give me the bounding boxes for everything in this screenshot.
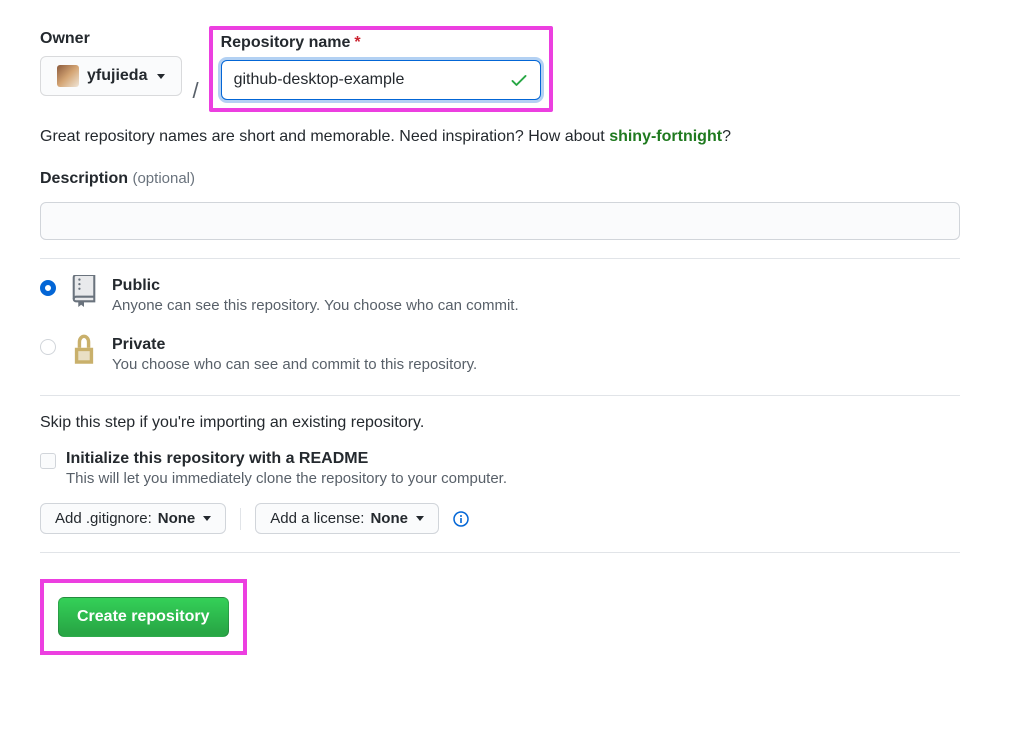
- create-repository-button[interactable]: Create repository: [58, 597, 229, 637]
- required-asterisk: *: [354, 34, 360, 51]
- lock-icon: [70, 334, 98, 366]
- radio-private[interactable]: [40, 339, 56, 355]
- owner-group: Owner yfujieda: [40, 30, 182, 96]
- repo-name-input[interactable]: [221, 60, 541, 100]
- avatar: [57, 65, 79, 87]
- repo-name-label: Repository name*: [221, 34, 541, 52]
- check-icon: [509, 70, 529, 90]
- readme-checkbox[interactable]: [40, 453, 56, 469]
- divider: [40, 552, 960, 553]
- repo-icon: [70, 275, 98, 307]
- description-input[interactable]: [40, 202, 960, 240]
- suggestion-link[interactable]: shiny-fortnight: [609, 128, 722, 145]
- chevron-down-icon: [157, 74, 165, 79]
- gitignore-dropdown[interactable]: Add .gitignore: None: [40, 503, 226, 534]
- private-text: Private You choose who can see and commi…: [112, 336, 477, 373]
- license-dropdown[interactable]: Add a license: None: [255, 503, 439, 534]
- radio-public[interactable]: [40, 280, 56, 296]
- chevron-down-icon: [416, 516, 424, 521]
- skip-text: Skip this step if you're importing an ex…: [40, 414, 984, 432]
- repo-input-wrap: [221, 60, 541, 100]
- readme-row[interactable]: Initialize this repository with a README…: [40, 450, 984, 487]
- repo-name-group: Repository name*: [209, 26, 553, 112]
- public-text: Public Anyone can see this repository. Y…: [112, 277, 519, 314]
- chevron-down-icon: [203, 516, 211, 521]
- name-hint: Great repository names are short and mem…: [40, 128, 984, 146]
- visibility-private-row[interactable]: Private You choose who can see and commi…: [40, 336, 984, 373]
- owner-select-button[interactable]: yfujieda: [40, 56, 182, 96]
- vertical-separator: [240, 508, 241, 530]
- owner-username: yfujieda: [87, 67, 147, 85]
- info-icon[interactable]: [453, 511, 469, 527]
- optional-text: (optional): [132, 170, 195, 187]
- divider: [40, 395, 960, 396]
- visibility-public-row[interactable]: Public Anyone can see this repository. Y…: [40, 277, 984, 314]
- description-label: Description (optional): [40, 170, 984, 188]
- slash-separator: /: [192, 78, 198, 104]
- divider: [40, 258, 960, 259]
- submit-highlight: Create repository: [40, 579, 247, 655]
- readme-text: Initialize this repository with a README…: [66, 450, 507, 487]
- owner-label: Owner: [40, 30, 182, 48]
